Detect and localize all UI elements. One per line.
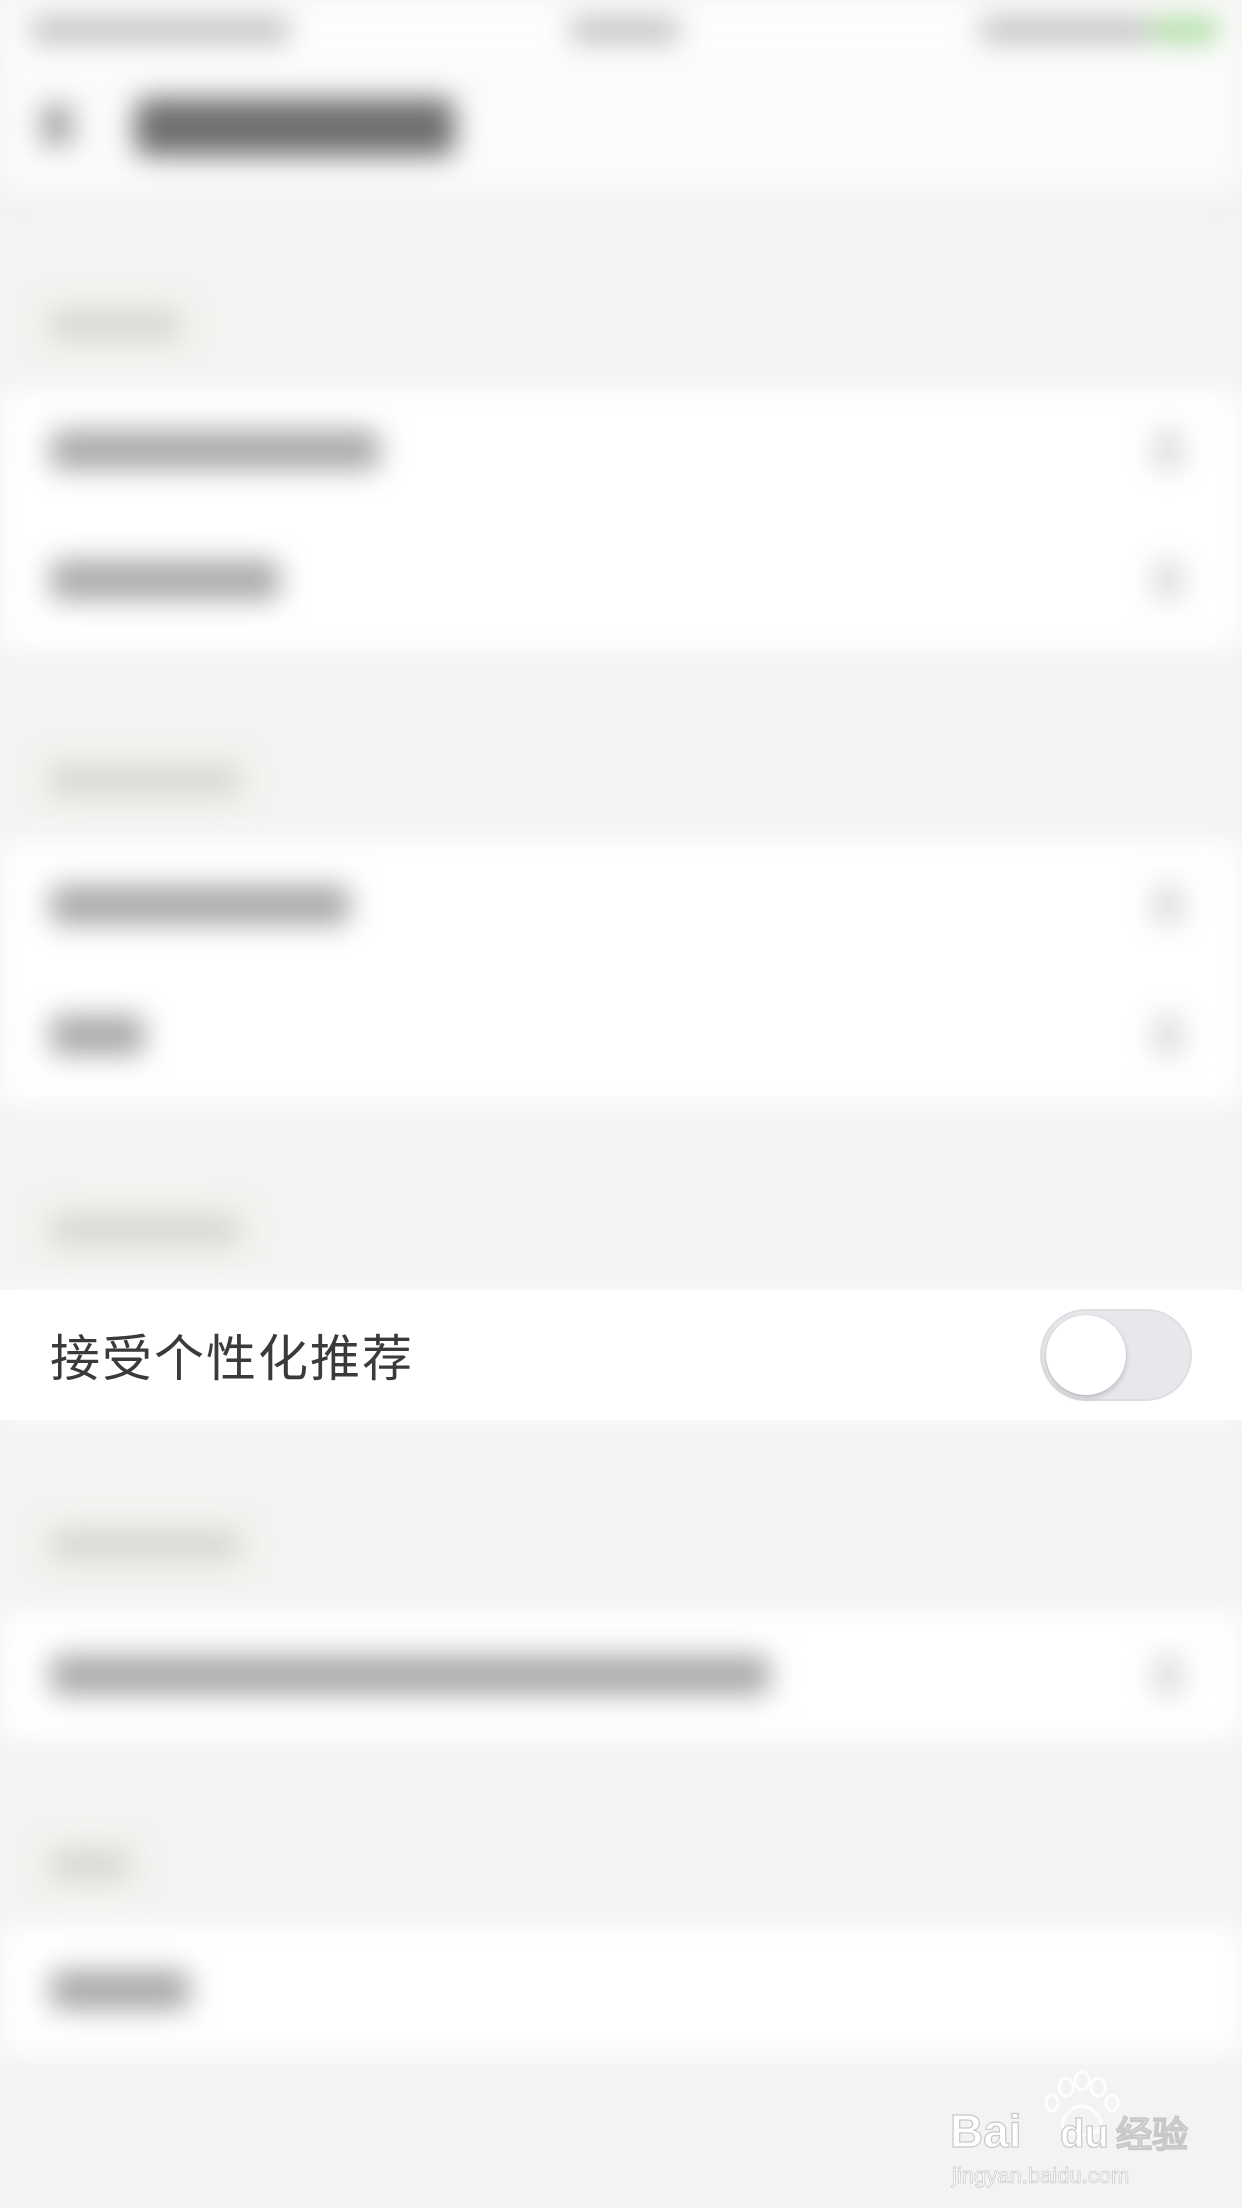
- settings-group: [0, 840, 1242, 1105]
- chevron-right-icon: [1154, 1015, 1182, 1055]
- svg-text:经验: 经验: [1116, 2114, 1188, 2155]
- settings-item-label: [50, 1015, 145, 1055]
- settings-item-label: [50, 1655, 770, 1695]
- section-header: [50, 310, 180, 340]
- navigation-bar: [0, 60, 1242, 190]
- svg-text:jingyan.baidu.com: jingyan.baidu.com: [951, 2163, 1129, 2188]
- svg-text:du: du: [1060, 2112, 1109, 2156]
- settings-screen: 接受个性化推荐 Bai du 经验 jingyan.baidu.com: [0, 0, 1242, 2208]
- settings-item-label: [50, 1970, 190, 2010]
- settings-group: [0, 1925, 1242, 2055]
- settings-item-label: [50, 885, 350, 925]
- page-title: [135, 98, 455, 156]
- battery-icon: [1150, 18, 1220, 42]
- status-bar: [0, 0, 1242, 60]
- chevron-right-icon: [1154, 1655, 1182, 1695]
- personalized-recommendation-toggle[interactable]: [1040, 1309, 1192, 1401]
- section-header: [50, 1530, 240, 1560]
- chevron-right-icon: [1154, 885, 1182, 925]
- back-icon: [42, 105, 72, 145]
- status-time: [570, 18, 680, 42]
- baidu-jingyan-watermark: Bai du 经验 jingyan.baidu.com: [949, 2070, 1189, 2188]
- settings-item-label: [50, 560, 280, 600]
- blurred-background: [0, 0, 1242, 2208]
- status-indicators: [980, 18, 1150, 42]
- status-carrier: [30, 18, 290, 42]
- personalized-recommendation-row: 接受个性化推荐: [0, 1290, 1242, 1420]
- svg-text:Bai: Bai: [950, 2105, 1022, 2157]
- setting-label: 接受个性化推荐: [50, 1330, 414, 1388]
- chevron-right-icon: [1154, 560, 1182, 600]
- chevron-right-icon: [1154, 430, 1182, 470]
- section-header: [50, 1215, 240, 1245]
- settings-group: [0, 1610, 1242, 1740]
- section-header: [50, 765, 240, 795]
- section-header: [50, 1850, 130, 1880]
- toggle-knob: [1046, 1315, 1126, 1395]
- settings-group: [0, 390, 1242, 650]
- settings-item-label: [50, 430, 380, 470]
